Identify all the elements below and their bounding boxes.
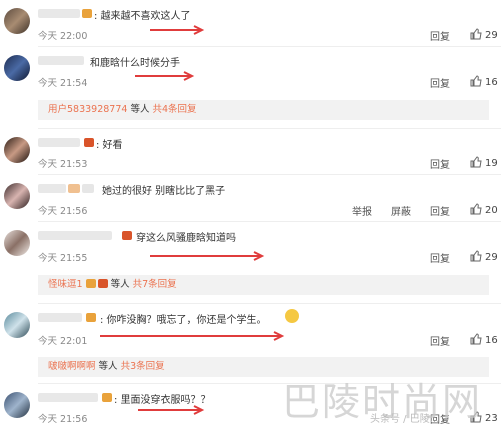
comment-time: 今天 21:56	[38, 206, 88, 217]
avatar[interactable]	[4, 392, 30, 418]
comment-item: : 你咋没胸？哦忘了，你还是个学生。 今天 22:01 回复 16	[0, 304, 501, 352]
comment-text: : 里面没穿衣服吗？？	[114, 395, 211, 406]
thumbs-up-icon	[470, 250, 482, 262]
like-button[interactable]: 16	[470, 75, 498, 88]
reply-button[interactable]: 回复	[430, 250, 450, 265]
comment-item: : 越来越不喜欢这人了 今天 22:00 回复 29	[0, 0, 501, 45]
smile-emoji-icon	[285, 309, 299, 323]
comment-item: 她过的很好 别瞎比比了黑子 今天 21:56 举报 屏蔽 回复 20	[0, 175, 501, 220]
vip-badge-icon	[122, 231, 132, 240]
reply-count[interactable]: 共3条回复	[121, 361, 165, 372]
comment-item: 穿这么风骚鹿晗知道吗 今天 21:55 回复 29	[0, 222, 501, 272]
comment-time: 今天 22:00	[38, 31, 88, 42]
reply-summary[interactable]: 怪味逗1 等人 共7条回复	[38, 275, 489, 295]
comment-text: 她过的很好 别瞎比比了黑子	[102, 186, 226, 197]
reply-button[interactable]: 回复	[430, 156, 450, 171]
username[interactable]	[38, 393, 98, 402]
thumbs-up-icon	[470, 333, 482, 345]
username[interactable]	[38, 9, 80, 18]
watermark-sub: 头条号 / 巴陵...	[370, 414, 440, 425]
username[interactable]	[38, 138, 80, 147]
comment-time: 今天 21:54	[38, 78, 88, 89]
username[interactable]	[38, 313, 82, 322]
comment-time: 今天 21:56	[38, 414, 88, 425]
comment-item: 和鹿晗什么时候分手 今天 21:54 回复 16	[0, 47, 501, 95]
thumbs-up-icon	[470, 75, 482, 87]
vip-badge-icon	[68, 184, 80, 193]
reply-button[interactable]: 回复	[430, 203, 450, 218]
avatar[interactable]	[4, 137, 30, 163]
vip-badge-icon	[86, 313, 96, 322]
reply-count[interactable]: 共7条回复	[133, 279, 177, 290]
comment-time: 今天 21:55	[38, 253, 88, 264]
avatar[interactable]	[4, 55, 30, 81]
comment-text: : 你咋没胸？哦忘了，你还是个学生。	[100, 315, 267, 326]
comment-time: 今天 22:01	[38, 336, 88, 347]
report-button[interactable]: 举报	[352, 203, 372, 218]
reply-button[interactable]: 回复	[430, 333, 450, 348]
thumbs-up-icon	[470, 28, 482, 40]
comment-item: : 好看 今天 21:53 回复 19	[0, 129, 501, 174]
red-arrow-annotation	[138, 405, 205, 415]
reply-user[interactable]: 怪味逗1	[38, 279, 83, 290]
like-button[interactable]: 20	[470, 203, 498, 216]
reply-user[interactable]: 啵啵啊啊啊	[38, 361, 96, 372]
comment-text: : 好看	[96, 140, 123, 151]
red-arrow-annotation	[150, 251, 265, 261]
vip-badge-icon	[85, 279, 96, 288]
red-arrow-annotation	[150, 25, 205, 35]
thumbs-up-icon	[470, 203, 482, 215]
thumbs-up-icon	[470, 156, 482, 168]
reply-summary[interactable]: 用户5833928774 等人 共4条回复	[38, 100, 489, 120]
reply-button[interactable]: 回复	[430, 75, 450, 90]
comment-text: 和鹿晗什么时候分手	[90, 58, 180, 69]
username[interactable]	[38, 231, 112, 240]
like-button[interactable]: 29	[470, 250, 498, 263]
comment-text: 穿这么风骚鹿晗知道吗	[136, 233, 236, 244]
comment-time: 今天 21:53	[38, 159, 88, 170]
vip-badge-icon	[102, 393, 112, 402]
block-button[interactable]: 屏蔽	[391, 203, 411, 218]
vip-badge-icon	[82, 9, 92, 18]
vip-badge-icon	[97, 279, 108, 288]
like-button[interactable]: 29	[470, 28, 498, 41]
avatar[interactable]	[4, 8, 30, 34]
reply-button[interactable]: 回复	[430, 28, 450, 43]
red-arrow-annotation	[135, 71, 195, 81]
like-button[interactable]: 19	[470, 156, 498, 169]
like-button[interactable]: 16	[470, 333, 498, 346]
level-badge-icon	[82, 184, 94, 193]
avatar[interactable]	[4, 312, 30, 338]
reply-user[interactable]: 用户5833928774	[38, 104, 127, 115]
reply-count[interactable]: 共4条回复	[153, 104, 197, 115]
avatar[interactable]	[4, 230, 30, 256]
red-arrow-annotation	[100, 331, 285, 341]
vip-badge-icon	[84, 138, 94, 147]
username[interactable]	[38, 184, 66, 193]
comment-text: : 越来越不喜欢这人了	[94, 11, 191, 22]
avatar[interactable]	[4, 183, 30, 209]
username[interactable]	[38, 56, 84, 65]
